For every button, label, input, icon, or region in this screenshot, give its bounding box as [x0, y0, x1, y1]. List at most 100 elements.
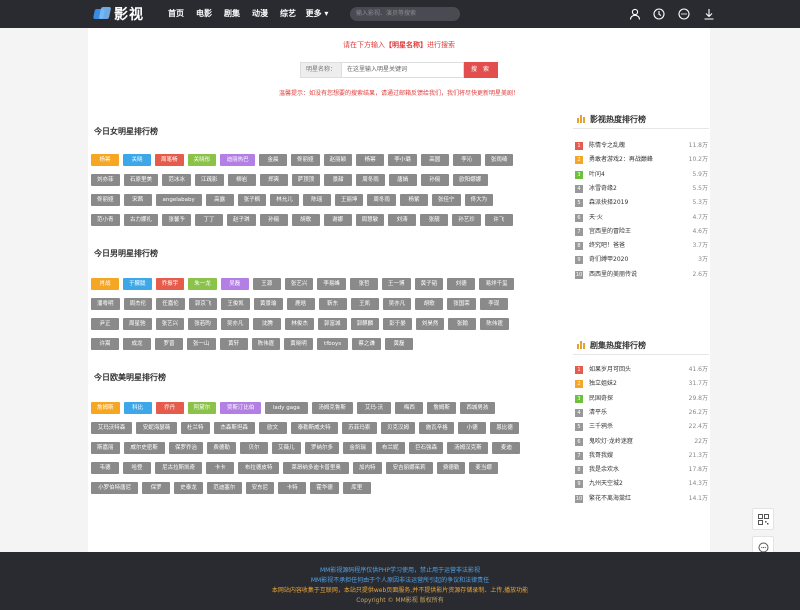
rank-title[interactable]: 独立姐妹2 [589, 379, 617, 389]
header-search-input[interactable]: 输入影视、演员等搜索 [350, 7, 460, 21]
star-tag[interactable]: 汤姆汉克斯 [447, 442, 489, 454]
star-tag[interactable]: 范小青 [91, 214, 120, 226]
star-tag[interactable]: 张一山 [187, 338, 216, 350]
star-tag[interactable]: 张若昀 [188, 318, 217, 330]
star-tag[interactable]: 张佳宁 [432, 194, 461, 206]
star-tag[interactable]: 韦德 [91, 462, 119, 474]
rank-item[interactable]: 3 叶问4 5.9万 [575, 170, 708, 181]
star-tag[interactable]: 贝尔 [240, 442, 268, 454]
history-icon[interactable] [652, 7, 666, 21]
star-tag[interactable]: 李现 [479, 298, 508, 310]
star-tag[interactable]: 关晓彤 [187, 154, 217, 166]
star-tag[interactable]: 安东尼 [245, 482, 275, 494]
star-tag[interactable]: 赵子琪 [227, 214, 256, 226]
star-tag[interactable]: 王丽坤 [334, 194, 364, 206]
star-tag[interactable]: 王一博 [382, 278, 411, 290]
star-tag[interactable]: 梅西 [395, 402, 424, 414]
rank-item[interactable]: 4 清平乐 26.2万 [575, 408, 708, 419]
rank-title[interactable]: 终究吧！爸爸 [589, 241, 625, 251]
star-tag[interactable]: 张雨绮 [484, 154, 514, 166]
star-tag[interactable]: 周星驰 [123, 318, 152, 330]
star-tag[interactable]: 林允儿 [270, 194, 299, 206]
star-tag[interactable]: 张翰 [448, 318, 477, 330]
star-tag[interactable]: 杜兰特 [181, 422, 210, 434]
star-tag[interactable]: 黄子韬 [414, 278, 444, 290]
star-tag[interactable]: 莱昂纳多迪卡普里奥 [283, 462, 349, 474]
download-icon[interactable] [702, 7, 716, 21]
star-tag[interactable]: 佟大为 [464, 194, 494, 206]
star-tag[interactable]: 彭于晏 [383, 318, 412, 330]
star-tag[interactable]: 哈登 [123, 462, 151, 474]
star-tag[interactable]: 艾薇儿 [272, 442, 301, 454]
star-tag[interactable]: 王俊凯 [221, 298, 250, 310]
star-tag[interactable]: 刘涛 [388, 214, 417, 226]
nav-series[interactable]: 剧集 [218, 0, 246, 28]
star-tag[interactable]: 肖战 [91, 278, 119, 290]
star-tag[interactable]: 陈瑶 [302, 194, 331, 206]
star-tag[interactable]: 江疏影 [195, 174, 224, 186]
star-tag[interactable]: 孙俪 [420, 174, 449, 186]
star-tag[interactable]: 孙艺珍 [452, 214, 481, 226]
star-tag[interactable]: 张艺兴 [284, 278, 314, 290]
star-tag[interactable]: 詹姆斯 [427, 402, 456, 414]
star-tag[interactable]: 萨顶顶 [291, 174, 321, 186]
star-tag[interactable]: 安吉丽娜茱莉 [385, 462, 433, 474]
star-tag[interactable]: 周冬雨 [367, 194, 396, 206]
star-tag[interactable]: 吴亦凡 [220, 318, 250, 330]
star-tag[interactable]: 罗晋 [155, 338, 183, 350]
rank-title[interactable]: 宫西里的冒险王 [589, 227, 631, 237]
star-tag[interactable]: 金凯瑞 [343, 442, 372, 454]
star-tag[interactable]: 麦迪 [492, 442, 521, 454]
star-tag[interactable]: 西城男孩 [460, 402, 495, 414]
star-tag[interactable]: 高露 [205, 194, 234, 206]
star-tag[interactable]: 欧阳娜娜 [452, 174, 488, 186]
star-tag[interactable]: 丁丁 [195, 214, 223, 226]
rank-item[interactable]: 6 天·火 4.7万 [575, 213, 708, 224]
star-tag[interactable]: 汤姆克鲁斯 [311, 402, 353, 414]
qrcode-button[interactable] [752, 508, 774, 530]
star-tag[interactable]: 刘亦菲 [91, 174, 120, 186]
star-tag[interactable]: 阿黛尔 [187, 402, 217, 414]
star-tag[interactable]: 斯嘉丽 [91, 442, 120, 454]
nav-home[interactable]: 首页 [162, 0, 190, 28]
rank-title[interactable]: 九州天空城2 [589, 479, 623, 489]
star-tag[interactable]: 范冰冰 [162, 174, 191, 186]
rank-item[interactable]: 9 九州天空城2 14.3万 [575, 479, 708, 490]
star-tag[interactable]: 郭京飞 [188, 298, 218, 310]
star-tag[interactable]: 费德勒 [436, 462, 466, 474]
star-tag[interactable]: 易烊千玺 [479, 278, 514, 290]
star-tag[interactable]: 金晨 [259, 154, 287, 166]
star-tag[interactable]: 巨石强森 [408, 442, 444, 454]
site-logo[interactable]: 影视 [92, 5, 144, 23]
rank-item[interactable]: 5 森派抉择2019 5.3万 [575, 198, 708, 209]
rank-title[interactable]: 陈情令之乱魄 [589, 141, 625, 151]
star-tag[interactable]: 成龙 [123, 338, 151, 350]
star-name-input[interactable]: 在这里输入明星关键词 [342, 62, 464, 78]
star-tag[interactable]: 王凯 [350, 298, 379, 310]
star-tag[interactable]: 霍华德 [310, 482, 339, 494]
star-tag[interactable]: 卡卡 [206, 462, 235, 474]
search-button[interactable]: 搜 索 [464, 62, 498, 78]
star-tag[interactable]: 乔振宇 [155, 278, 185, 290]
star-tag[interactable]: 保罗 [142, 482, 171, 494]
star-tag[interactable]: 艾玛·沃 [356, 402, 392, 414]
star-tag[interactable]: 施瓦辛格 [419, 422, 455, 434]
rank-item[interactable]: 6 鬼吹灯·龙岭迷窟 22万 [575, 437, 708, 448]
star-tag[interactable]: 郭麒麟 [350, 318, 380, 330]
message-icon[interactable] [677, 7, 691, 21]
star-tag[interactable]: 郭富城 [318, 318, 347, 330]
star-tag[interactable]: 费德勒 [207, 442, 236, 454]
star-tag[interactable]: 布拉德皮特 [238, 462, 280, 474]
star-tag[interactable]: 朱一龙 [188, 278, 217, 290]
rank-title[interactable]: 勇敢者游戏2：再战巅峰 [589, 155, 653, 165]
star-tag[interactable]: 李易峰 [317, 278, 346, 290]
rank-title[interactable]: 森派抉择2019 [589, 198, 628, 208]
nav-variety[interactable]: 综艺 [274, 0, 302, 28]
star-tag[interactable]: 艾玛沃特森 [91, 422, 132, 434]
star-tag[interactable]: 苏菲玛索 [341, 422, 377, 434]
star-tag[interactable]: 尼古拉斯凯奇 [155, 462, 203, 474]
rank-item[interactable]: 9 奇们缚甲2020 3万 [575, 255, 708, 266]
star-tag[interactable]: tfboys [316, 338, 349, 350]
star-tag[interactable]: 杨幂 [91, 154, 119, 166]
star-tag[interactable]: 周慧敏 [355, 214, 385, 226]
